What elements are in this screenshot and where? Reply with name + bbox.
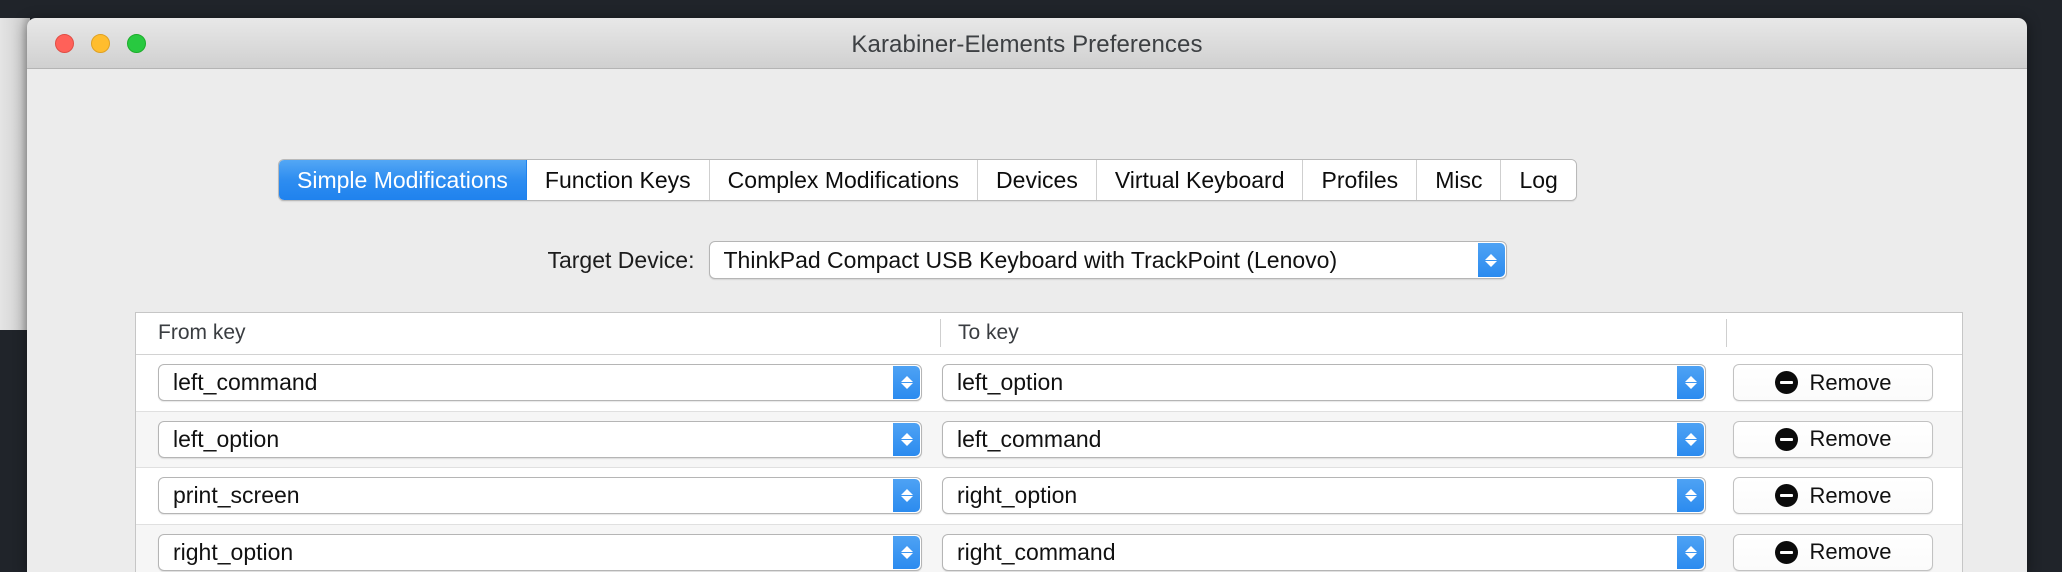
window-titlebar: Karabiner-Elements Preferences <box>27 18 2027 69</box>
tab-bar: Simple Modifications Function Keys Compl… <box>278 159 1577 201</box>
chevron-up-icon <box>900 432 913 439</box>
remove-button-label: Remove <box>1809 482 1892 508</box>
remove-button-label: Remove <box>1809 539 1892 565</box>
chevron-updown-icon[interactable] <box>1677 479 1704 513</box>
chevron-down-icon <box>900 439 913 446</box>
chevron-down-icon <box>1485 260 1497 267</box>
from-key-value: right_option <box>173 538 294 565</box>
window-title: Karabiner-Elements Preferences <box>851 31 1203 58</box>
cell-from-key: left_command <box>158 364 922 402</box>
chevron-up-icon <box>1485 253 1497 260</box>
target-device-select[interactable]: ThinkPad Compact USB Keyboard with Track… <box>708 241 1507 279</box>
remove-button[interactable]: Remove <box>1733 533 1933 571</box>
cell-actions: Remove <box>1733 477 1933 515</box>
minus-circle-icon <box>1774 371 1798 395</box>
chevron-down-icon <box>1684 552 1697 559</box>
column-divider-2 <box>1726 319 1727 347</box>
from-key-value: print_screen <box>173 482 300 509</box>
cell-actions: Remove <box>1733 364 1933 402</box>
minus-circle-icon <box>1774 427 1798 451</box>
to-key-value: right_command <box>957 538 1116 565</box>
cell-from-key: right_option <box>158 533 922 571</box>
to-key-select[interactable]: left_option <box>942 364 1706 402</box>
minus-circle-icon <box>1774 484 1798 508</box>
remove-button-label: Remove <box>1809 426 1892 452</box>
from-key-select[interactable]: print_screen <box>158 477 922 515</box>
cell-to-key: left_command <box>942 420 1706 458</box>
chevron-updown-icon[interactable] <box>1677 366 1704 400</box>
tab-devices[interactable]: Devices <box>978 160 1097 200</box>
chevron-updown-icon[interactable] <box>893 479 920 513</box>
to-key-select[interactable]: left_command <box>942 420 1706 458</box>
table-row: print_screen right_option Remove <box>136 468 1962 525</box>
table-row: left_option left_command Remove <box>136 411 1962 468</box>
background-window-edge <box>0 18 30 330</box>
tab-log[interactable]: Log <box>1501 160 1576 200</box>
chevron-down-icon <box>1684 383 1697 390</box>
chevron-updown-icon[interactable] <box>1477 243 1505 277</box>
table-row: right_option right_command Remove <box>136 524 1962 572</box>
remove-button[interactable]: Remove <box>1733 420 1933 458</box>
target-device-value: ThinkPad Compact USB Keyboard with Track… <box>723 246 1338 273</box>
chevron-up-icon <box>1684 545 1697 552</box>
chevron-down-icon <box>900 496 913 503</box>
chevron-down-icon <box>1684 496 1697 503</box>
to-key-value: left_option <box>957 369 1064 396</box>
preferences-window: Karabiner-Elements Preferences Simple Mo… <box>27 18 2027 572</box>
remove-button[interactable]: Remove <box>1733 364 1933 402</box>
remove-button[interactable]: Remove <box>1733 477 1933 515</box>
cell-from-key: print_screen <box>158 477 922 515</box>
chevron-down-icon <box>1684 439 1697 446</box>
cell-from-key: left_option <box>158 420 922 458</box>
to-key-select[interactable]: right_command <box>942 533 1706 571</box>
from-key-select[interactable]: left_option <box>158 420 922 458</box>
cell-to-key: right_command <box>942 533 1706 571</box>
chevron-up-icon <box>900 489 913 496</box>
column-header-to-key: To key <box>958 321 1019 344</box>
to-key-value: left_command <box>957 425 1102 452</box>
window-body: Simple Modifications Function Keys Compl… <box>27 69 2027 572</box>
cell-to-key: right_option <box>942 477 1706 515</box>
chevron-updown-icon[interactable] <box>893 535 920 569</box>
from-key-select[interactable]: left_command <box>158 364 922 402</box>
chevron-up-icon <box>1684 432 1697 439</box>
tab-simple-modifications[interactable]: Simple Modifications <box>279 160 527 200</box>
target-device-label: Target Device: <box>547 246 695 273</box>
chevron-down-icon <box>900 383 913 390</box>
chevron-updown-icon[interactable] <box>1677 422 1704 456</box>
chevron-down-icon <box>900 552 913 559</box>
tab-virtual-keyboard[interactable]: Virtual Keyboard <box>1096 160 1304 200</box>
from-key-value: left_option <box>173 425 280 452</box>
simple-modifications-table: From key To key left_command left_option… <box>135 312 1963 572</box>
table-header-row: From key To key <box>136 313 1962 355</box>
cell-to-key: left_option <box>942 364 1706 402</box>
target-device-row: Target Device: ThinkPad Compact USB Keyb… <box>27 241 2027 279</box>
cell-actions: Remove <box>1733 533 1933 571</box>
from-key-value: left_command <box>173 369 318 396</box>
column-header-from-key: From key <box>158 321 246 344</box>
tab-complex-modifications[interactable]: Complex Modifications <box>709 160 979 200</box>
chevron-up-icon <box>1684 489 1697 496</box>
from-key-select[interactable]: right_option <box>158 533 922 571</box>
to-key-value: right_option <box>957 482 1078 509</box>
chevron-updown-icon[interactable] <box>893 422 920 456</box>
tab-function-keys[interactable]: Function Keys <box>526 160 710 200</box>
to-key-select[interactable]: right_option <box>942 477 1706 515</box>
chevron-updown-icon[interactable] <box>1677 535 1704 569</box>
tab-profiles[interactable]: Profiles <box>1303 160 1418 200</box>
column-divider-1 <box>940 319 941 347</box>
cell-actions: Remove <box>1733 420 1933 458</box>
chevron-up-icon <box>1684 376 1697 383</box>
tab-misc[interactable]: Misc <box>1417 160 1502 200</box>
minus-circle-icon <box>1774 540 1798 564</box>
desktop-background: Karabiner-Elements Preferences Simple Mo… <box>0 0 2062 572</box>
table-row: left_command left_option Remove <box>136 355 1962 412</box>
chevron-up-icon <box>900 376 913 383</box>
remove-button-label: Remove <box>1809 369 1892 395</box>
chevron-up-icon <box>900 545 913 552</box>
chevron-updown-icon[interactable] <box>893 366 920 400</box>
